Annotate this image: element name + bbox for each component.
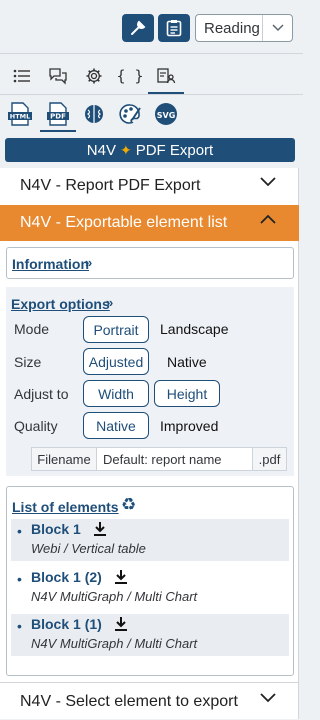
export-panel: N4V - Report PDF Export N4V - Exportable… xyxy=(0,168,299,719)
bullet-icon: • xyxy=(17,571,22,587)
comments-icon xyxy=(49,68,67,85)
tab-settings[interactable] xyxy=(80,62,108,90)
gear-icon xyxy=(86,68,102,84)
section-exportable-element-list[interactable]: N4V - Exportable element list xyxy=(0,205,299,241)
title-left: N4V xyxy=(86,141,116,159)
format-pdf-button[interactable]: PDF xyxy=(40,98,76,132)
format-brain-button[interactable] xyxy=(78,98,110,130)
mode-select-value: Reading xyxy=(204,19,260,37)
export-options-link[interactable]: Export options xyxy=(11,296,110,312)
size-native-option[interactable]: Native xyxy=(167,354,207,370)
format-row: HTML PDF SVG xyxy=(0,96,303,132)
tab-divider xyxy=(0,94,303,95)
element-type: N4V MultiGraph / Multi Chart xyxy=(31,636,198,651)
information-box: Information » xyxy=(6,247,294,279)
section-title: N4V - Select element to export xyxy=(20,693,238,710)
information-link[interactable]: Information xyxy=(12,256,89,272)
filename-field: Filename Default: report name .pdf xyxy=(31,447,287,471)
mode-label: Mode xyxy=(14,321,50,337)
pdf-file-icon: PDF xyxy=(47,102,69,126)
clipboard-button[interactable] xyxy=(158,14,190,42)
list-of-elements-link[interactable]: List of elements xyxy=(12,499,119,515)
size-label: Size xyxy=(14,354,42,370)
bullet-icon: • xyxy=(17,523,22,539)
format-svg-button[interactable]: SVG xyxy=(150,98,182,130)
adjust-height-option[interactable]: Height xyxy=(154,380,220,407)
mode-portrait-option[interactable]: Portrait xyxy=(83,316,149,343)
brain-icon xyxy=(85,105,103,123)
format-palette-button[interactable] xyxy=(114,98,146,130)
person-list-icon xyxy=(157,68,176,84)
palette-icon xyxy=(119,104,141,124)
size-adjusted-option[interactable]: Adjusted xyxy=(83,348,149,375)
mode-select[interactable]: Reading xyxy=(195,14,293,42)
filename-extension: .pdf xyxy=(253,447,287,471)
element-type: Webi / Vertical table xyxy=(31,541,146,556)
chevron-down-icon[interactable] xyxy=(263,24,292,32)
list-item[interactable]: • Block 1 Webi / Vertical table xyxy=(11,519,289,561)
tab-code[interactable]: { } xyxy=(116,62,144,90)
quality-native-option[interactable]: Native xyxy=(83,412,149,439)
section-title: N4V - Exportable element list xyxy=(20,214,228,231)
tab-elements[interactable] xyxy=(148,62,184,94)
recycle-icon[interactable]: ♻ xyxy=(121,495,136,515)
svg-file-icon: SVG xyxy=(155,103,177,125)
clipboard-icon xyxy=(166,20,182,37)
list-item[interactable]: • Block 1 (1) N4V MultiGraph / Multi Cha… xyxy=(11,614,289,656)
filename-label: Filename xyxy=(31,447,97,471)
toolbar-divider xyxy=(0,53,303,54)
svg-text:HTML: HTML xyxy=(10,113,30,121)
pdf-export-title: N4V ✦ PDF Export xyxy=(5,138,295,162)
tab-row: { } xyxy=(0,58,303,94)
chevron-up-icon xyxy=(260,214,276,224)
tab-comments[interactable] xyxy=(44,62,72,90)
adjust-to-label: Adjust to xyxy=(14,386,69,402)
elements-box: List of elements ♻ • Block 1 Webi / Vert… xyxy=(6,486,294,676)
list-item[interactable]: • Block 1 (2) N4V MultiGraph / Multi Cha… xyxy=(11,567,289,609)
download-icon[interactable] xyxy=(114,569,128,590)
quality-label: Quality xyxy=(14,418,58,434)
element-name: Block 1 (1) xyxy=(31,616,102,632)
star-icon: ✦ xyxy=(119,141,132,158)
code-braces-icon: { } xyxy=(116,67,144,85)
list-icon xyxy=(13,69,30,83)
svg-text:SVG: SVG xyxy=(157,111,176,120)
wrench-icon xyxy=(131,20,146,35)
download-icon[interactable] xyxy=(114,616,128,637)
adjust-width-option[interactable]: Width xyxy=(83,380,149,407)
download-icon[interactable] xyxy=(93,521,107,542)
chevron-down-icon xyxy=(260,177,276,187)
format-html-button[interactable]: HTML xyxy=(4,98,36,130)
wrench-button[interactable] xyxy=(122,14,154,42)
mode-landscape-option[interactable]: Landscape xyxy=(160,321,229,337)
section-report-pdf-export[interactable]: N4V - Report PDF Export xyxy=(0,168,299,204)
filename-input[interactable]: Default: report name xyxy=(97,447,253,471)
bullet-icon: • xyxy=(17,618,22,634)
element-name: Block 1 xyxy=(31,521,81,537)
double-arrow-icon: » xyxy=(85,255,93,270)
section-title: N4V - Report PDF Export xyxy=(20,177,201,194)
element-name: Block 1 (2) xyxy=(31,569,102,585)
top-toolbar: Reading xyxy=(0,0,303,54)
double-arrow-icon: » xyxy=(106,295,114,310)
chevron-down-icon xyxy=(260,693,276,703)
tab-list[interactable] xyxy=(8,62,36,90)
svg-text:PDF: PDF xyxy=(50,113,66,121)
quality-improved-option[interactable]: Improved xyxy=(160,418,218,434)
section-select-element[interactable]: N4V - Select element to export xyxy=(0,684,299,720)
section-divider xyxy=(0,682,299,683)
html-file-icon: HTML xyxy=(8,102,32,126)
title-right: PDF Export xyxy=(135,141,214,159)
element-type: N4V MultiGraph / Multi Chart xyxy=(31,589,198,604)
